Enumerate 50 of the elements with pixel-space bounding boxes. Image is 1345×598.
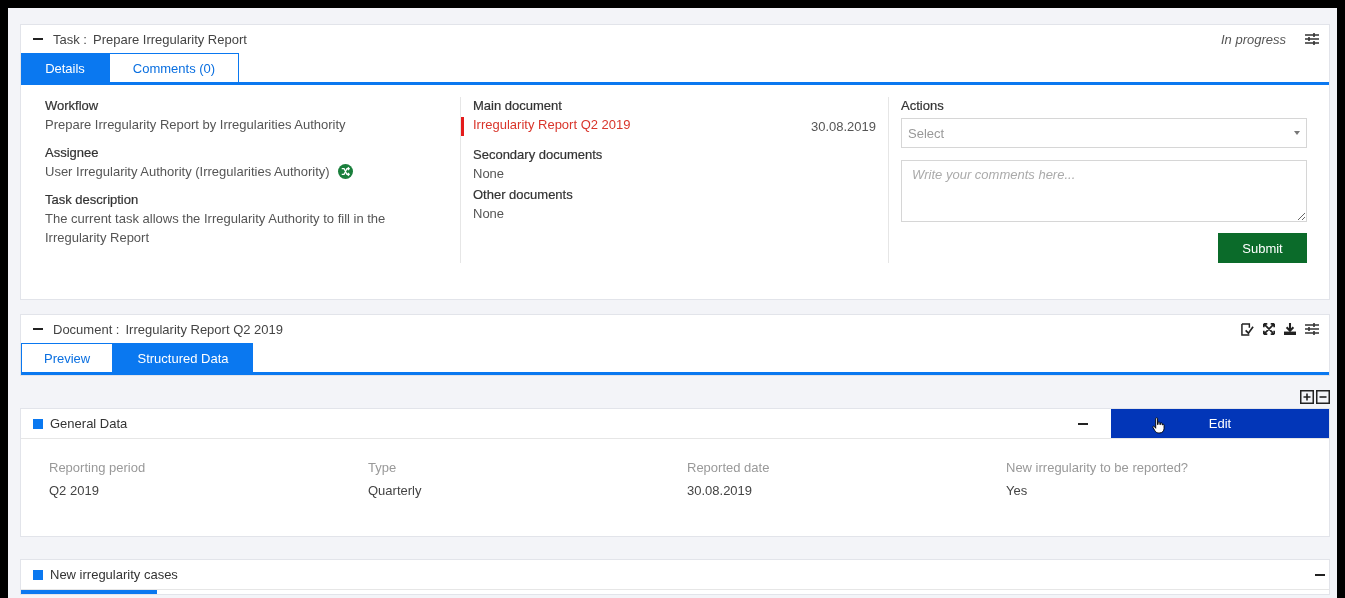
- field-label: Other documents: [473, 186, 574, 204]
- settings-icon[interactable]: [1305, 323, 1319, 335]
- section-title: General Data: [50, 416, 128, 431]
- document-link[interactable]: Irregularity Report Q2 2019: [473, 117, 631, 136]
- tab[interactable]: Structured Data: [113, 343, 253, 372]
- collapse-all-icon[interactable]: [1316, 390, 1330, 404]
- actions-dropdown[interactable]: Select: [901, 118, 1307, 148]
- field-label: Assignee: [45, 144, 100, 162]
- hand-cursor-icon: [1152, 417, 1165, 434]
- expand-all-icon[interactable]: [1300, 390, 1314, 404]
- field-value: User Irregularity Authority (Irregularities Authority): [45, 163, 330, 181]
- settings-icon[interactable]: [1305, 33, 1319, 45]
- field-value: Yes: [1006, 483, 1029, 498]
- shuffle-icon[interactable]: [337, 164, 353, 179]
- field-label: Reporting period: [49, 459, 147, 477]
- tab[interactable]: Preview: [21, 343, 113, 372]
- field-value: None: [473, 165, 506, 183]
- section-marker-icon: [33, 418, 43, 429]
- comment-field[interactable]: Write your comments here...: [901, 160, 1307, 222]
- field-label: Type: [368, 459, 398, 477]
- collapse-icon[interactable]: [1078, 422, 1088, 425]
- field-label: Workflow: [45, 97, 100, 115]
- field-value: 30.08.2019: [687, 483, 754, 498]
- field-label: Task description: [45, 191, 140, 209]
- field-label: Actions: [901, 97, 945, 115]
- task-status: In progress: [1220, 31, 1286, 47]
- panel-title: Irregularity Report Q2 2019: [125, 321, 283, 337]
- field-value: Prepare Irregularity Report by Irregularities Authority: [45, 116, 346, 134]
- edit-button[interactable]: Edit: [1111, 409, 1329, 438]
- field-value: The current task allows the Irregularity Authority to fill in the Irregularity Report: [45, 210, 387, 247]
- edit-document-icon[interactable]: [1241, 322, 1254, 336]
- section-marker-icon: [33, 569, 43, 580]
- collapse-icon[interactable]: [1315, 573, 1325, 576]
- section-title: New irregularity cases: [50, 567, 178, 582]
- field-label: Secondary documents: [473, 146, 604, 164]
- field-label: New irregularity to be reported?: [1006, 459, 1190, 477]
- download-icon[interactable]: [1284, 323, 1296, 335]
- tab[interactable]: Details: [21, 53, 109, 82]
- submit-button[interactable]: Submit: [1218, 233, 1307, 263]
- expand-icon[interactable]: [1263, 323, 1275, 335]
- field-value: None: [473, 205, 506, 223]
- panel-title: Prepare Irregularity Report: [92, 31, 247, 47]
- field-label: Reported date: [687, 459, 771, 477]
- document-date: 30.08.2019: [810, 118, 876, 136]
- field-value: Quarterly: [368, 483, 423, 498]
- field-value: Q2 2019: [49, 483, 100, 498]
- panel-label: Task :: [53, 31, 87, 47]
- field-label: Main document: [473, 97, 563, 115]
- panel-label: Document :: [53, 321, 120, 337]
- tab[interactable]: Comments (0): [109, 53, 239, 82]
